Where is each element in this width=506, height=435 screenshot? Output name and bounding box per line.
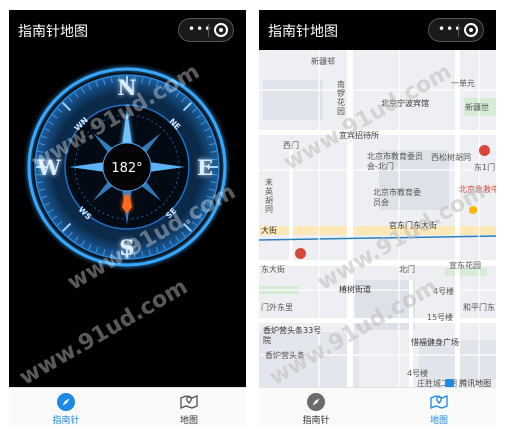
heading-readout: 182° (111, 161, 142, 176)
tab-label: 指南针 (52, 416, 80, 426)
map-label: 门外东里 (261, 303, 293, 312)
tab-label: 指南针 (302, 416, 330, 426)
compass-icon (307, 393, 325, 411)
map-label: 和平门东 (463, 303, 495, 312)
close-miniprogram-icon[interactable] (214, 23, 228, 37)
compass-area: 182° N E S W WN NE WS SE www.91ud.com ww… (9, 50, 246, 387)
tab-label: 地图 (429, 416, 448, 426)
map-label: 新疆邨 (311, 57, 335, 66)
page-title: 指南针地图 (268, 24, 338, 40)
map-label: 东1门 (474, 163, 496, 172)
map-screen: 指南针地图 ••• 新疆邨 一单元 北京宁波宾馆 新疆世 南锣花园 宜宾招待所 … (259, 10, 496, 427)
tab-compass[interactable]: 指南针 (286, 388, 346, 427)
map-label: 西松树胡同 (431, 153, 471, 162)
compass-screen: 指南针地图 ••• 182° N E S W WN NE WS SE www.9… (9, 10, 246, 427)
map-label: 东大街 (261, 265, 285, 274)
map-label: 未英胡同 (265, 178, 273, 214)
tab-bar: 指南针 地图 (259, 387, 496, 427)
cardinal-e: E (197, 155, 213, 180)
page-title: 指南针地图 (18, 24, 88, 40)
hospital-marker[interactable] (479, 145, 490, 156)
tab-map[interactable]: 地图 (159, 388, 219, 427)
map-brand-label: 腾讯地图 (459, 379, 492, 387)
tab-bar: 指南针 地图 (9, 387, 246, 427)
map-label: 北京市教育委员会 (373, 188, 421, 207)
map-label: 15号楼 (427, 313, 454, 322)
tencent-map-logo-icon (445, 379, 454, 387)
miniprogram-capsule: ••• (428, 18, 484, 42)
map-brand: 腾讯地图 (445, 373, 491, 387)
map-pin-icon (430, 395, 448, 409)
capsule-divider (458, 24, 459, 37)
close-miniprogram-icon[interactable] (464, 23, 478, 37)
map-label: 南锣花园 (337, 80, 345, 116)
map-label: 大街 (261, 226, 277, 235)
compass-icon (57, 393, 75, 411)
map-label: 北门 (399, 265, 415, 274)
map-label: 宣东花园 (449, 261, 481, 270)
tab-compass[interactable]: 指南针 (36, 388, 96, 427)
map-label: 新疆世 (465, 103, 489, 112)
miniprogram-capsule: ••• (178, 18, 234, 42)
map-label: 惜福健身广场 (411, 338, 459, 347)
tab-map[interactable]: 地图 (409, 388, 469, 427)
capsule-divider (208, 24, 209, 37)
map-label: 北京市教育委员会-北门 (367, 152, 423, 171)
title-bar: 指南针地图 ••• (9, 10, 246, 50)
poi-marker[interactable] (295, 248, 306, 259)
tab-label: 地图 (179, 416, 198, 426)
title-bar: 指南针地图 ••• (259, 10, 496, 50)
map-label: 椿树街道 (339, 285, 371, 294)
map-pin-icon (180, 395, 198, 409)
map-view[interactable]: 新疆邨 一单元 北京宁波宾馆 新疆世 南锣花园 宜宾招待所 西门 北京市教育委员… (259, 50, 496, 387)
